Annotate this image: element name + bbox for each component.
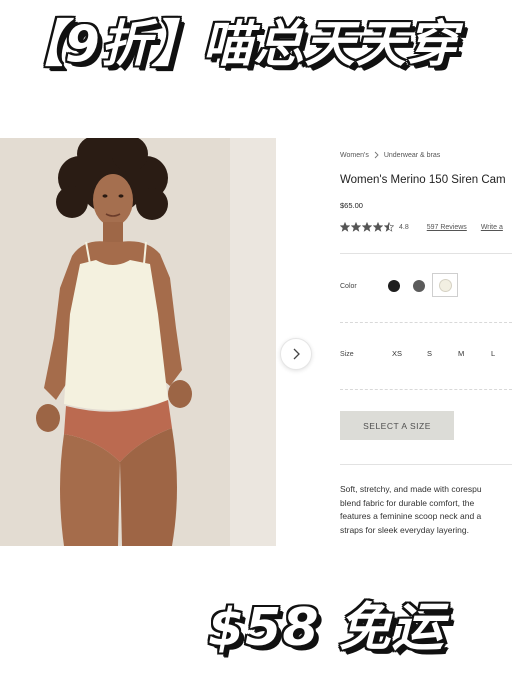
description-line: straps for sleek everyday layering.	[340, 524, 469, 535]
carousel-next-button[interactable]	[280, 338, 312, 370]
star-icon	[373, 222, 383, 232]
size-option-xs[interactable]: XS	[392, 349, 402, 358]
star-icon	[384, 222, 394, 232]
star-icon	[351, 222, 361, 232]
color-label: Color	[340, 283, 357, 290]
description-line: Soft, stretchy, and made with corespu	[340, 484, 482, 494]
promo-banner-top: 【9折】喵总天天穿	[14, 15, 458, 73]
product-rating: 4.8 597 Reviews Write a	[340, 222, 503, 232]
divider	[340, 322, 512, 323]
size-option-m[interactable]: M	[458, 349, 464, 358]
chevron-right-icon	[293, 348, 300, 360]
divider	[340, 464, 512, 465]
product-photo[interactable]	[0, 138, 276, 546]
rating-stars	[340, 222, 394, 232]
divider	[340, 389, 512, 390]
product-details-panel: Women's Underwear & bras Women's Merino …	[340, 146, 512, 556]
breadcrumb-item-womens[interactable]: Women's	[340, 152, 369, 159]
description-line: blend fabric for durable comfort, the	[340, 497, 475, 508]
size-label: Size	[340, 351, 354, 358]
color-swatch-black[interactable]	[388, 280, 400, 292]
select-size-button[interactable]: SELECT A SIZE	[340, 411, 454, 440]
size-option-l[interactable]: L	[491, 349, 495, 358]
description-line: features a feminine scoop neck and a	[340, 511, 482, 521]
rating-value: 4.8	[399, 223, 409, 231]
reviews-link[interactable]: 597 Reviews	[427, 224, 467, 231]
product-title: Women's Merino 150 Siren Cam	[340, 174, 506, 186]
star-icon	[340, 222, 350, 232]
size-option-s[interactable]: S	[427, 349, 432, 358]
star-icon	[362, 222, 372, 232]
product-price: $65.00	[340, 201, 363, 210]
product-photo-illustration	[0, 138, 276, 546]
breadcrumb-item-underwear[interactable]: Underwear & bras	[384, 152, 440, 159]
write-review-link[interactable]: Write a	[481, 224, 503, 231]
breadcrumb: Women's Underwear & bras	[340, 151, 440, 159]
product-description: Soft, stretchy, and made with corespu bl…	[340, 483, 512, 537]
promo-banner-bottom: $58 免运	[208, 598, 445, 658]
color-swatch-cream[interactable]	[439, 279, 452, 292]
color-swatch-grey[interactable]	[413, 280, 425, 292]
divider	[340, 253, 512, 254]
chevron-right-icon	[374, 151, 379, 159]
